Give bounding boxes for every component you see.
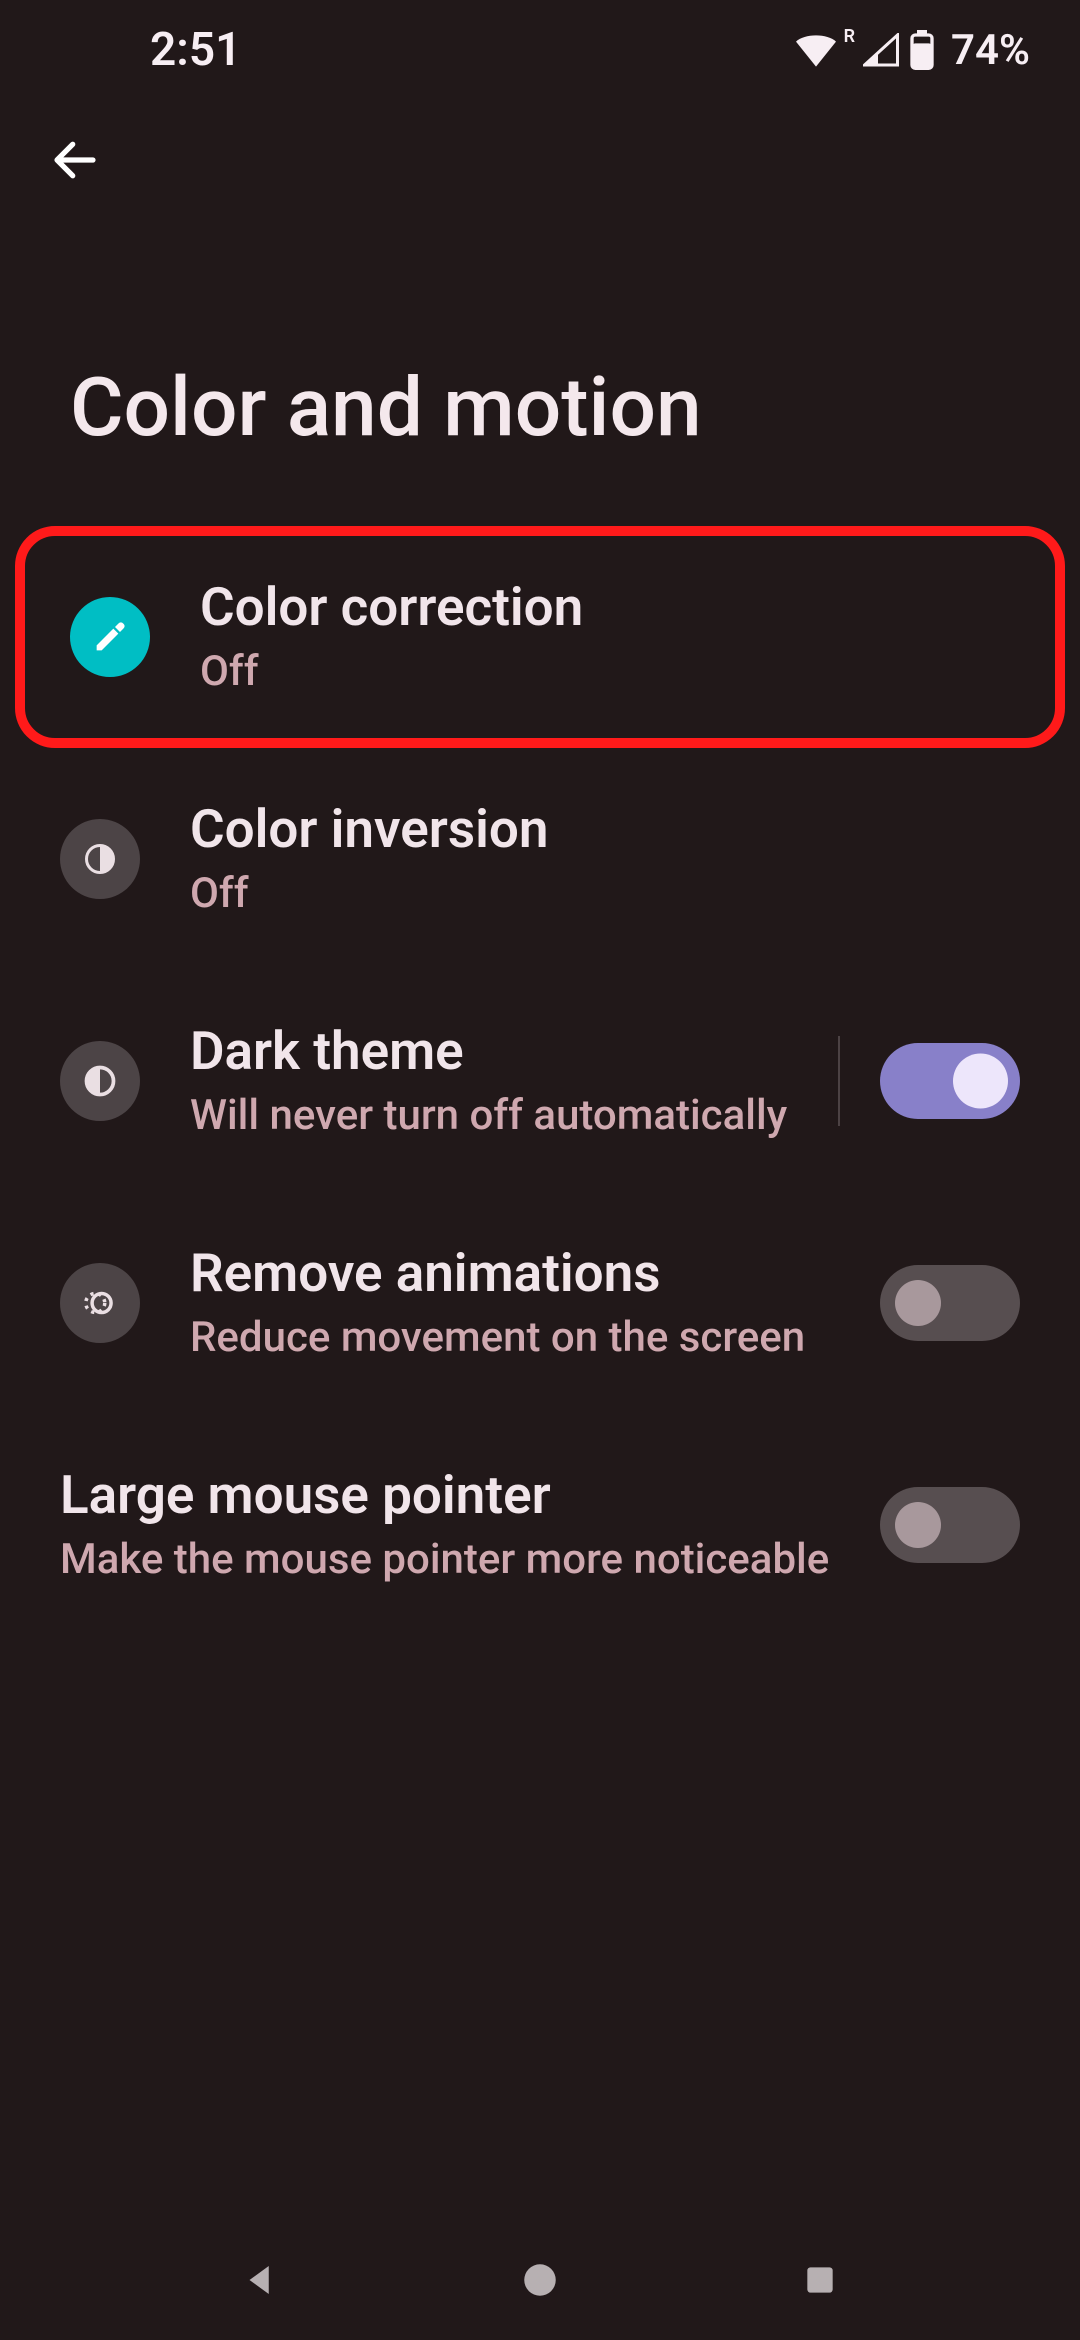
roaming-indicator: R: [844, 26, 855, 47]
setting-subtitle: Reduce movement on the screen: [190, 1312, 860, 1365]
setting-title: Color correction: [200, 576, 990, 640]
status-battery: 74%: [951, 26, 1030, 75]
wifi-icon: [796, 33, 836, 67]
setting-color-correction[interactable]: Color correction Off: [15, 526, 1065, 748]
status-time: 2:51: [150, 23, 241, 77]
setting-subtitle: Off: [200, 646, 990, 699]
settings-list: Color correction Off Color inversion Off: [0, 526, 1080, 1636]
back-button[interactable]: [40, 125, 110, 195]
setting-subtitle: Off: [190, 868, 1000, 921]
nav-circle-icon: [519, 2259, 561, 2301]
signal-icon: [863, 33, 899, 67]
divider: [838, 1036, 840, 1126]
setting-subtitle: Make the mouse pointer more noticeable: [60, 1534, 860, 1587]
page-title: Color and motion: [0, 220, 1080, 526]
battery-icon: [909, 30, 935, 70]
arrow-left-icon: [48, 133, 102, 187]
setting-remove-animations[interactable]: Remove animations Reduce movement on the…: [0, 1192, 1080, 1414]
dark-theme-toggle[interactable]: [880, 1043, 1020, 1119]
setting-title: Color inversion: [190, 798, 1000, 862]
animation-icon: [60, 1263, 140, 1343]
setting-color-inversion[interactable]: Color inversion Off: [0, 748, 1080, 970]
contrast-icon: [60, 819, 140, 899]
setting-title: Dark theme: [190, 1020, 818, 1084]
status-right: R 74%: [796, 26, 1030, 75]
toggle-knob: [895, 1280, 941, 1326]
large-mouse-pointer-toggle[interactable]: [880, 1487, 1020, 1563]
nav-back-button[interactable]: [230, 2250, 290, 2310]
toggle-knob: [953, 1054, 1008, 1109]
setting-large-mouse-pointer[interactable]: Large mouse pointer Make the mouse point…: [0, 1414, 1080, 1636]
nav-triangle-icon: [239, 2259, 281, 2301]
setting-title: Large mouse pointer: [60, 1464, 860, 1528]
dark-mode-icon: [60, 1041, 140, 1121]
status-bar: 2:51 R 74%: [0, 0, 1080, 100]
setting-title: Remove animations: [190, 1242, 860, 1306]
setting-dark-theme[interactable]: Dark theme Will never turn off automatic…: [0, 970, 1080, 1192]
toggle-knob: [895, 1502, 941, 1548]
nav-recent-button[interactable]: [790, 2250, 850, 2310]
navigation-bar: [0, 2220, 1080, 2340]
eyedropper-icon: [70, 597, 150, 677]
remove-animations-toggle[interactable]: [880, 1265, 1020, 1341]
nav-home-button[interactable]: [510, 2250, 570, 2310]
setting-subtitle: Will never turn off automatically: [190, 1090, 818, 1143]
nav-square-icon: [801, 2261, 839, 2299]
